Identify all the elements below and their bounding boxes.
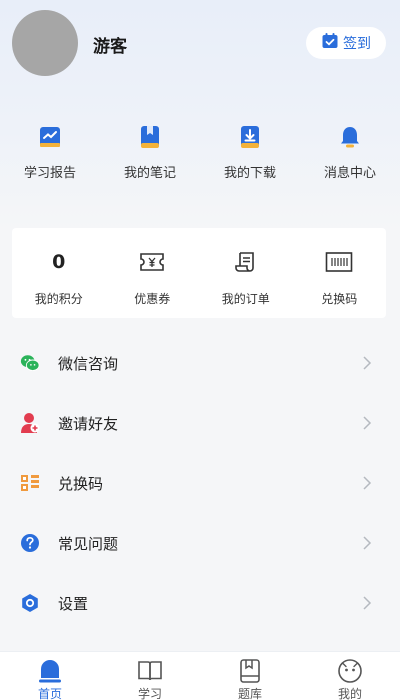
points-stat[interactable]: 0 我的积分 [12,228,106,318]
coupon-stat[interactable]: 优惠券 [106,228,200,318]
quick-actions: 学习报告 我的笔记 我的下载 消息中心 [0,124,400,186]
settings-icon [20,593,40,613]
bell-icon [337,124,363,150]
barcode-icon [325,248,353,276]
question-icon [20,533,40,553]
quick-label: 我的下载 [223,166,276,181]
chevron-right-icon [362,475,372,495]
tab-study[interactable]: 学习 [100,652,200,700]
points-value: 0 [52,251,66,273]
profile-face-icon [337,658,363,684]
tab-label: 学习 [137,687,162,700]
invite-friend-icon [20,413,40,433]
menu-label: 设置 [58,594,89,613]
redeem-code-icon [20,473,40,493]
tab-home[interactable]: 首页 [0,652,100,700]
signin-label: 签到 [343,36,371,52]
redeem-stat[interactable]: 兑换码 [293,228,387,318]
orders-stat[interactable]: 我的订单 [199,228,293,318]
chevron-right-icon [362,415,372,435]
menu-label: 微信咨询 [58,354,119,373]
tab-label: 首页 [37,687,62,700]
menu-label: 兑换码 [58,474,104,493]
quick-label: 我的笔记 [123,166,176,181]
chart-report-icon [37,124,63,150]
coupon-icon [139,248,165,276]
tab-question-bank[interactable]: 题库 [200,652,300,700]
calendar-check-icon [321,32,339,54]
tab-label: 题库 [237,687,262,700]
menu-invite-friends[interactable]: 邀请好友 [0,393,400,453]
home-icon [37,658,63,684]
order-scroll-icon [234,248,258,276]
quick-my-downloads[interactable]: 我的下载 [200,124,300,186]
menu-wechat-consult[interactable]: 微信咨询 [0,333,400,393]
stat-label: 我的积分 [34,292,83,306]
quick-label: 消息中心 [323,166,376,181]
menu-faq[interactable]: 常见问题 [0,513,400,573]
stats-card: 0 我的积分 优惠券 我的订单 兑换码 [12,228,386,318]
bottom-tab-bar: 首页 学习 题库 我的 [0,651,400,700]
tab-mine[interactable]: 我的 [300,652,400,700]
wechat-icon [20,353,40,373]
download-icon [237,124,263,150]
quick-message-center[interactable]: 消息中心 [300,124,400,186]
stat-label: 我的订单 [221,292,270,306]
username[interactable]: 游客 [93,32,127,57]
chevron-right-icon [362,535,372,555]
menu-label: 常见问题 [58,534,119,553]
notebook-icon [137,124,163,150]
menu-settings[interactable]: 设置 [0,573,400,633]
quick-study-report[interactable]: 学习报告 [0,124,100,186]
question-bank-icon [237,658,263,684]
quick-label: 学习报告 [23,166,76,181]
menu-redeem-code[interactable]: 兑换码 [0,453,400,513]
quick-my-notes[interactable]: 我的笔记 [100,124,200,186]
tab-label: 我的 [337,687,362,700]
signin-button[interactable]: 签到 [306,27,386,59]
avatar[interactable] [12,10,78,76]
book-icon [137,658,163,684]
chevron-right-icon [362,355,372,375]
chevron-right-icon [362,595,372,615]
menu-label: 邀请好友 [58,414,119,433]
menu-list: 微信咨询 邀请好友 兑换码 常见问题 设置 [0,333,400,633]
stat-label: 兑换码 [321,292,358,306]
stat-label: 优惠券 [134,292,171,306]
